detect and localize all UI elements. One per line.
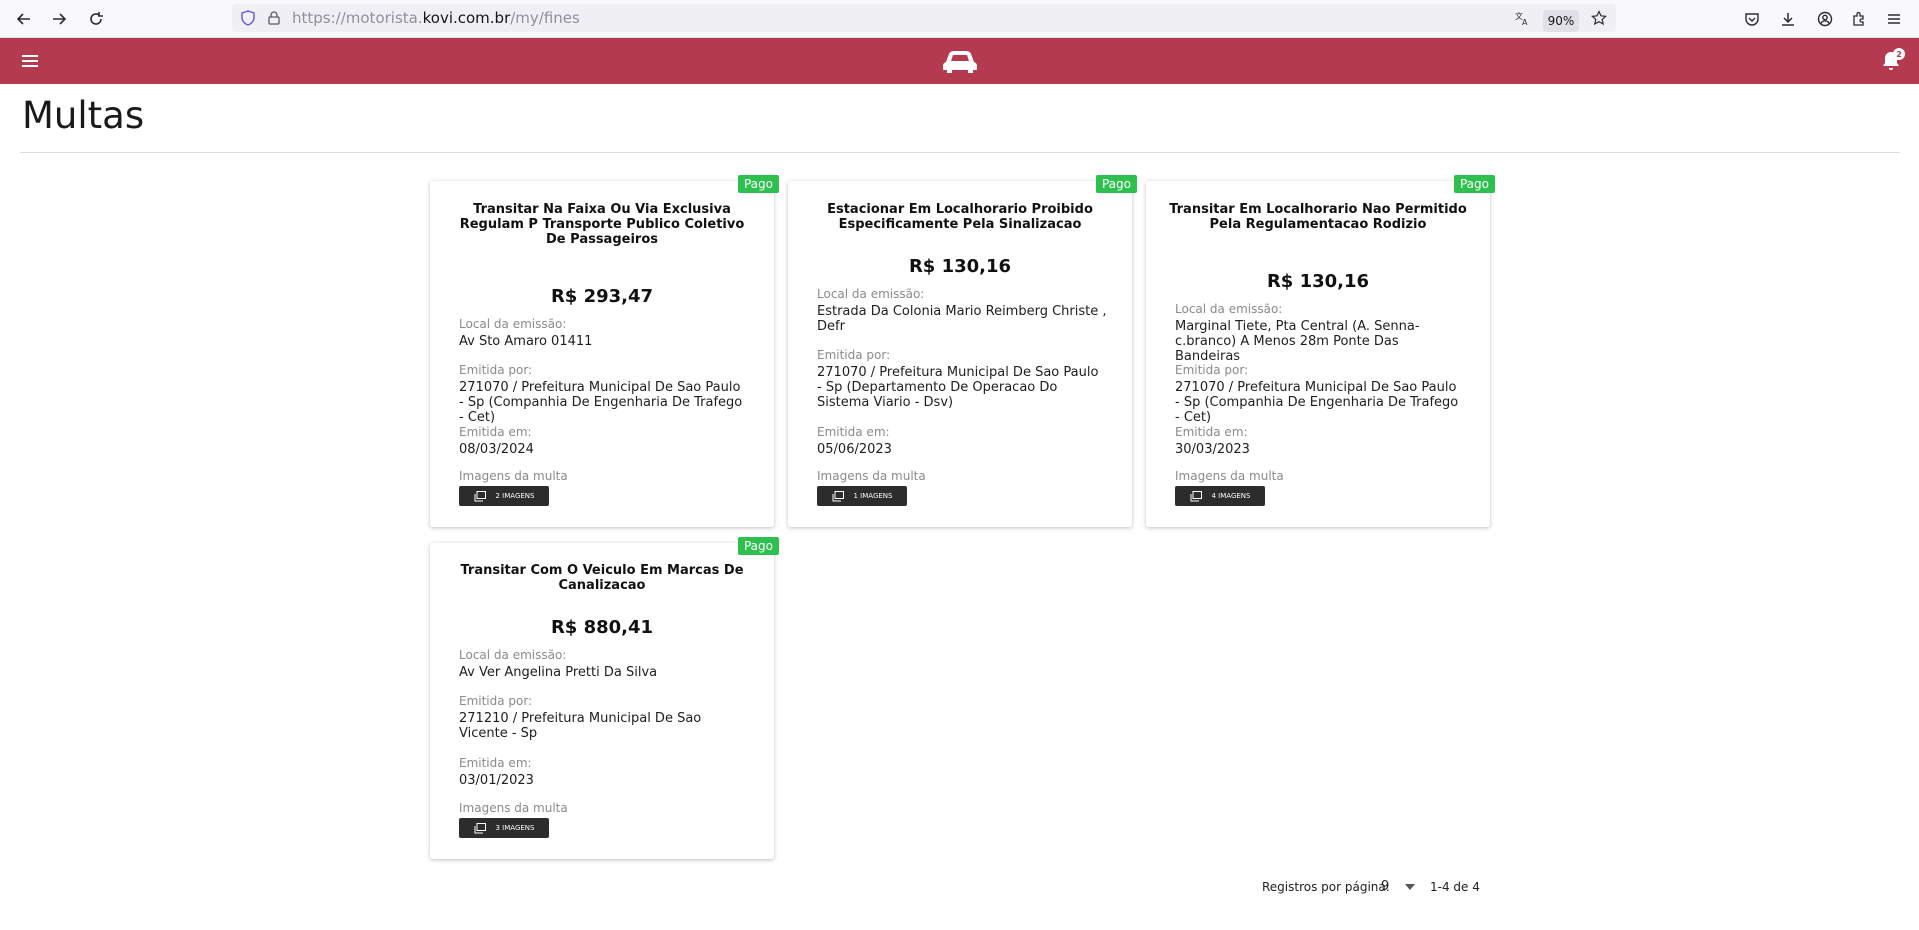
fine-card: Pago Transitar Em Localhorario Nao Permi… xyxy=(1146,175,1495,527)
emitida-em-label: Emitida em: xyxy=(817,425,890,439)
status-badge: Pago xyxy=(737,537,779,555)
lock-icon[interactable] xyxy=(266,10,282,26)
svg-text:A: A xyxy=(1522,18,1528,26)
car-logo-icon[interactable] xyxy=(940,47,980,75)
page-title: Multas xyxy=(22,94,145,137)
local-value: Estrada Da Colonia Mario Reimberg Christ… xyxy=(817,304,1107,334)
emitida-em-value: 30/03/2023 xyxy=(1175,442,1250,457)
emitida-em-label: Emitida em: xyxy=(1175,425,1248,439)
forward-icon[interactable] xyxy=(47,7,71,31)
pocket-icon[interactable] xyxy=(1740,7,1764,31)
local-label: Local da emissão: xyxy=(817,287,925,301)
emitida-por-value: 271070 / Prefeitura Municipal De Sao Pau… xyxy=(817,365,1099,410)
rows-per-page-value: 9 xyxy=(1381,879,1390,894)
emitida-em-value: 08/03/2024 xyxy=(459,442,534,457)
account-icon[interactable] xyxy=(1813,7,1837,31)
images-button-label: 3 IMAGENS xyxy=(495,824,535,832)
fine-title: Transitar Em Localhorario Nao Permitido … xyxy=(1169,202,1467,232)
emitida-em-label: Emitida em: xyxy=(459,756,532,770)
local-label: Local da emissão: xyxy=(1175,302,1283,316)
images-button[interactable]: 2 IMAGENS xyxy=(459,486,549,506)
notification-count-badge: 2 xyxy=(1893,48,1905,60)
downloads-icon[interactable] xyxy=(1776,7,1800,31)
local-value: Av Ver Angelina Pretti Da Silva xyxy=(459,665,658,680)
local-value: Marginal Tiete, Pta Central (A. Senna-c.… xyxy=(1175,319,1420,364)
emitida-por-label: Emitida por: xyxy=(459,363,533,377)
translate-icon[interactable]: 文A xyxy=(1514,10,1530,26)
emitida-por-value: 271070 / Prefeitura Municipal De Sao Pau… xyxy=(1175,380,1459,425)
fine-card: Pago Estacionar Em Localhorario Proibido… xyxy=(788,175,1137,527)
fine-card: Pago Transitar Com O Veiculo Em Marcas D… xyxy=(430,537,779,859)
fine-amount: R$ 130,16 xyxy=(908,256,1012,277)
browser-toolbar: https://motorista.kovi.com.br/my/fines 文… xyxy=(0,0,1919,38)
imagens-label: Imagens da multa xyxy=(459,801,568,815)
back-icon[interactable] xyxy=(12,7,36,31)
url-text: https://motorista.kovi.com.br/my/fines xyxy=(292,9,580,27)
app-header xyxy=(0,38,1919,84)
pagination-range: 1-4 de 4 xyxy=(1430,880,1480,894)
reload-icon[interactable] xyxy=(84,7,108,31)
emitida-por-label: Emitida por: xyxy=(817,348,891,362)
gallery-icon xyxy=(832,490,844,501)
fine-title: Transitar Na Faixa Ou Via Exclusiva Regu… xyxy=(459,202,745,247)
address-bar[interactable]: https://motorista.kovi.com.br/my/fines 文… xyxy=(232,4,1616,32)
status-badge: Pago xyxy=(1095,175,1137,193)
status-badge: Pago xyxy=(1453,175,1495,193)
app-menu-icon[interactable] xyxy=(1882,7,1906,31)
imagens-label: Imagens da multa xyxy=(817,469,926,483)
emitida-em-label: Emitida em: xyxy=(459,425,532,439)
gallery-icon xyxy=(474,822,486,833)
chevron-down-icon xyxy=(1405,883,1416,890)
fine-title: Estacionar Em Localhorario Proibido Espe… xyxy=(827,202,1093,232)
fine-title: Transitar Com O Veiculo Em Marcas De Can… xyxy=(460,563,744,593)
emitida-por-label: Emitida por: xyxy=(1175,363,1249,377)
local-value: Av Sto Amaro 01411 xyxy=(459,334,593,349)
zoom-level[interactable]: 90% xyxy=(1543,10,1579,32)
local-label: Local da emissão: xyxy=(459,317,567,331)
title-divider xyxy=(20,152,1900,153)
gallery-icon xyxy=(474,490,486,501)
imagens-label: Imagens da multa xyxy=(459,469,568,483)
bookmark-star-icon[interactable] xyxy=(1591,10,1607,26)
images-button-label: 1 IMAGENS xyxy=(853,492,893,500)
local-label: Local da emissão: xyxy=(459,648,567,662)
emitida-em-value: 05/06/2023 xyxy=(817,442,892,457)
rows-per-page-label: Registros por página: xyxy=(1262,880,1390,894)
emitida-em-value: 03/01/2023 xyxy=(459,773,534,788)
gallery-icon xyxy=(1190,490,1202,501)
images-button[interactable]: 4 IMAGENS xyxy=(1175,486,1265,506)
status-badge: Pago xyxy=(737,175,779,193)
rows-per-page-select[interactable]: 9 xyxy=(1381,879,1416,894)
imagens-label: Imagens da multa xyxy=(1175,469,1284,483)
extensions-icon[interactable] xyxy=(1847,7,1871,31)
images-button-label: 4 IMAGENS xyxy=(1211,492,1251,500)
fine-amount: R$ 130,16 xyxy=(1266,271,1370,292)
emitida-por-label: Emitida por: xyxy=(459,694,533,708)
emitida-por-value: 271070 / Prefeitura Municipal De Sao Pau… xyxy=(459,380,743,425)
images-button[interactable]: 3 IMAGENS xyxy=(459,818,549,838)
fine-amount: R$ 293,47 xyxy=(550,286,654,307)
images-button[interactable]: 1 IMAGENS xyxy=(817,486,907,506)
shield-icon[interactable] xyxy=(240,10,256,26)
emitida-por-value: 271210 / Prefeitura Municipal De Sao Vic… xyxy=(459,711,702,741)
images-button-label: 2 IMAGENS xyxy=(495,492,535,500)
hamburger-menu-icon[interactable] xyxy=(18,49,42,73)
fine-card: Pago Transitar Na Faixa Ou Via Exclusiva… xyxy=(430,175,779,527)
fine-amount: R$ 880,41 xyxy=(550,617,654,638)
